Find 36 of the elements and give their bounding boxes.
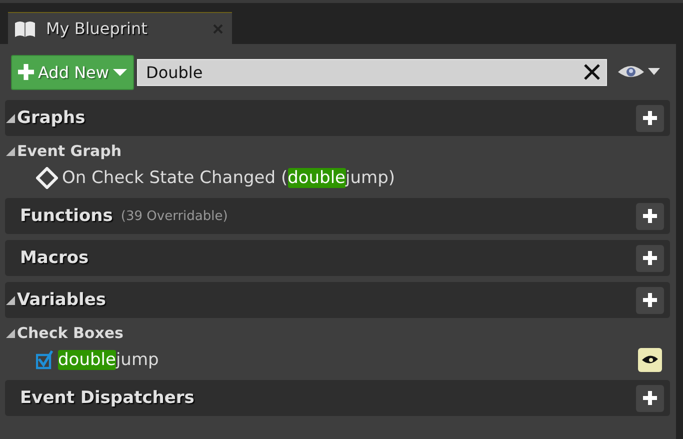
checkbox-icon: [36, 350, 54, 370]
plus-icon: [643, 209, 657, 223]
caret-icon: [648, 68, 660, 76]
diamond-icon: [36, 166, 58, 188]
add-button[interactable]: [636, 104, 664, 132]
section-title[interactable]: Graphs: [17, 108, 86, 128]
plus-icon: [18, 64, 34, 80]
add-button[interactable]: [636, 384, 664, 412]
collapse-triangle-icon[interactable]: [6, 114, 15, 122]
plus-icon: [643, 391, 657, 405]
book-icon: [14, 20, 36, 38]
eye-icon: [641, 354, 659, 366]
section-title[interactable]: Variables: [17, 290, 106, 310]
plus-icon: [643, 111, 657, 125]
section-title[interactable]: Event Dispatchers: [20, 388, 194, 408]
eye-open-button[interactable]: [638, 348, 662, 372]
collapse-triangle-icon[interactable]: [6, 328, 15, 338]
section-title[interactable]: Functions: [20, 206, 113, 226]
view-options-button[interactable]: [617, 64, 660, 80]
panel-tab[interactable]: My Blueprint: [8, 12, 232, 44]
section-title[interactable]: Macros: [20, 248, 89, 268]
category-title[interactable]: Check Boxes: [17, 324, 124, 342]
close-icon: [583, 62, 601, 80]
collapse-triangle-icon[interactable]: [6, 146, 15, 156]
caret-icon: [112, 68, 127, 76]
eye-icon: [617, 64, 645, 80]
category-title[interactable]: Event Graph: [17, 142, 122, 160]
collapse-triangle-icon[interactable]: [6, 296, 15, 304]
section-note: (39 Overridable): [120, 208, 228, 224]
plus-icon: [643, 293, 657, 307]
search-field[interactable]: Double: [137, 58, 607, 86]
plus-icon: [643, 251, 657, 265]
add-button[interactable]: [636, 244, 664, 272]
add-button[interactable]: [636, 202, 664, 230]
clear-button[interactable]: [583, 62, 601, 80]
add-button[interactable]: [636, 286, 664, 314]
